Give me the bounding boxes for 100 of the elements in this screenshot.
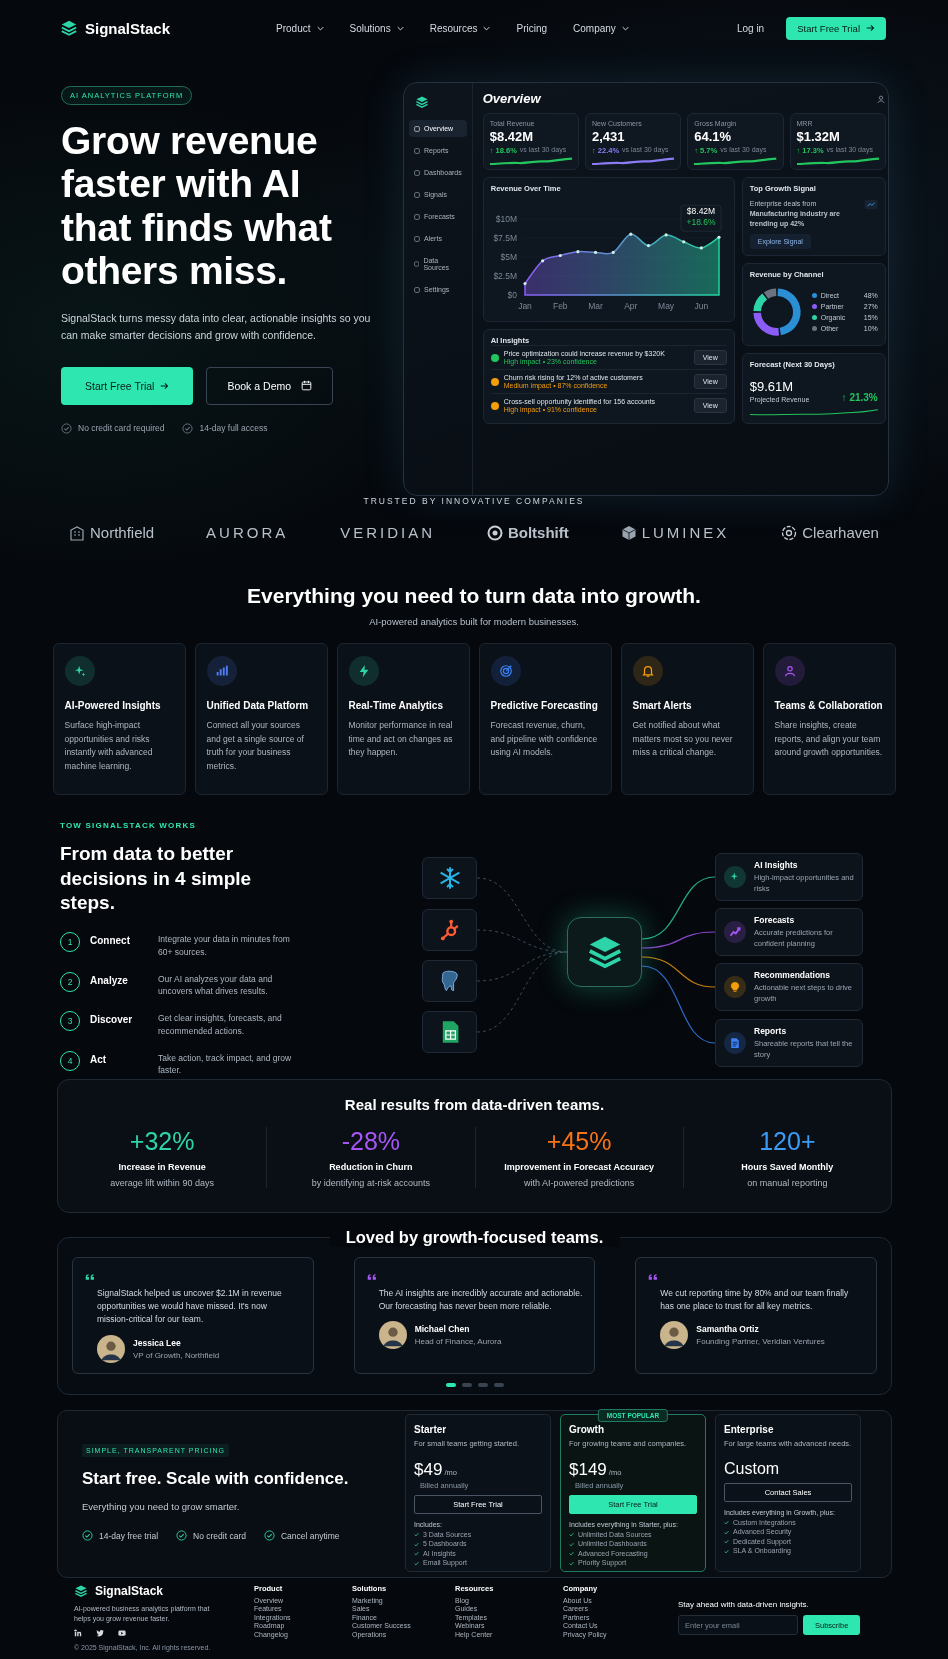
flower-icon <box>781 524 798 541</box>
chevron-down-icon <box>316 25 324 31</box>
assurance-text: 14-day full access <box>199 423 268 434</box>
start-trial-button[interactable]: Start Free Trial <box>61 366 194 405</box>
data-point <box>558 253 562 258</box>
logo-icon <box>60 19 78 37</box>
output-title: Recommendations <box>754 970 832 981</box>
x-tick-label: Jan <box>517 301 532 311</box>
kpi-value: $1.32M <box>796 129 841 144</box>
author-name: Jessica Lee <box>133 1337 182 1348</box>
data-point <box>593 250 597 255</box>
logo-icon <box>415 95 429 109</box>
forecast-change: ↑ 21.3% <box>841 392 878 404</box>
login-link[interactable]: Log in <box>736 22 765 34</box>
y-tick-label: $5M <box>500 251 517 262</box>
company-logo: AURORA <box>206 524 289 541</box>
plan-name: Growth <box>569 1424 605 1435</box>
feature-title: Real-Time Analytics <box>348 700 444 711</box>
menu-item-icon <box>414 147 420 154</box>
plan-price: $149 <box>569 1460 607 1480</box>
data-point <box>699 246 703 250</box>
nav-link[interactable]: Product <box>276 22 324 34</box>
testimonial-quote: The AI insights are incredibly accurate and actionable. Our forecasting has never been more reliable. <box>378 1287 583 1314</box>
start-trial-button[interactable]: Start Free Trial <box>786 16 886 40</box>
perk-text: Cancel anytime <box>281 1530 340 1541</box>
check-circle-icon <box>61 422 72 434</box>
user-icon[interactable] <box>875 93 886 104</box>
data-point <box>717 235 721 239</box>
linkedin-icon[interactable] <box>74 1629 82 1638</box>
plan-name: Enterprise <box>724 1424 775 1435</box>
feature-description: Get notified about what matters most so you never miss a critical change. <box>632 719 734 760</box>
data-point <box>628 232 633 236</box>
book-demo-button[interactable]: Book a Demo <box>206 366 334 405</box>
author-role: Founding Partner, Veridian Ventures <box>696 1337 825 1347</box>
testimonial-quote: We cut reporting time by 80% and our team finally has one place to trust for all key metrics. <box>660 1287 850 1314</box>
bell-icon <box>640 664 655 678</box>
stat-value: -28% <box>340 1127 402 1156</box>
x-tick-label: Mar <box>588 301 603 311</box>
x-tick-label: Jun <box>694 301 708 311</box>
data-point <box>646 244 650 248</box>
nav-link[interactable]: Pricing <box>516 22 548 34</box>
step-description: Our AI analyzes your data and uncovers what drives results. <box>158 972 274 999</box>
feature-description: Connect all your sources and get a single source of truth for your business metrics. <box>206 719 305 773</box>
data-point <box>523 282 527 286</box>
stat-label: Increase in Revenue <box>117 1162 207 1172</box>
x-tick-label: Apr <box>623 301 638 311</box>
feature-title: Teams & Collaboration <box>774 700 884 711</box>
company-logo: LUMINEX <box>641 524 730 541</box>
author-role: VP of Growth, Northfield <box>133 1350 220 1360</box>
section-title: Real results from data-driven teams. <box>343 1096 606 1113</box>
nav-link[interactable]: Resources <box>429 22 491 34</box>
check-circle-icon <box>264 1530 275 1541</box>
kpi-value: 64.1% <box>694 129 733 144</box>
hero-description: SignalStack turns messy data into clear, actionable insights so you can make smarter decisions and grow with confidence. <box>61 311 371 344</box>
check-circle-icon <box>182 422 194 434</box>
menu-item-icon <box>414 261 420 267</box>
data-point <box>576 250 580 254</box>
check-circle-icon <box>82 1530 93 1541</box>
data-point <box>611 250 615 255</box>
annotation: +18.6% <box>686 217 716 228</box>
kpi-value: $8.42M <box>489 129 535 144</box>
menu-item-icon <box>414 169 420 176</box>
plan-price: $49 <box>414 1460 443 1480</box>
data-point <box>681 240 686 244</box>
section-title: Everything you need to turn data into growth. <box>247 584 701 608</box>
step-title: Connect <box>90 934 131 947</box>
trusted-label: TRUSTED BY INNOVATIVE COMPANIES <box>363 496 585 506</box>
value-tooltip: $8.42M +18.6% <box>680 204 722 232</box>
newsletter-title: Stay ahead with data-driven insights. <box>678 1600 810 1609</box>
company-logo: Boltshift <box>507 524 569 541</box>
brand-name[interactable]: SignalStack <box>85 19 171 37</box>
stat-note: with AI-powered predictions <box>523 1178 636 1188</box>
bar-chart-icon <box>214 664 229 678</box>
target-icon <box>498 664 513 678</box>
stat-label: Improvement in Forecast Accuracy <box>503 1162 655 1172</box>
testimonial-quote: SignalStack helped us uncover $2.1M in revenue opportunities we would have missed. It's now mission-critical for our team. <box>97 1287 283 1327</box>
data-point <box>540 259 544 263</box>
output-title: AI Insights <box>754 860 799 871</box>
arrow-right-icon <box>866 24 875 32</box>
avatar-placeholder <box>378 1321 407 1350</box>
hero-headline: Grow revenue faster with AI that finds what others miss. <box>61 119 333 293</box>
output-title: Forecasts <box>754 915 796 926</box>
dashboard-title: Overview <box>482 91 541 106</box>
company-logo: Northfield <box>90 524 155 541</box>
twitter-icon[interactable] <box>96 1629 104 1638</box>
circle-logo-icon <box>486 524 503 541</box>
avatar-placeholder <box>660 1321 689 1350</box>
author-role: Head of Finance, Aurora <box>414 1337 502 1347</box>
menu-item-icon <box>414 286 420 293</box>
nav-link[interactable]: Solutions <box>349 22 404 34</box>
forecast-value: $9.61M <box>749 379 795 395</box>
step-title: Act <box>90 1052 108 1065</box>
youtube-icon[interactable] <box>118 1629 126 1638</box>
perk-text: 14-day free trial <box>99 1530 159 1541</box>
feature-title: Predictive Forecasting <box>490 700 599 711</box>
stat-value: +45% <box>545 1127 613 1156</box>
nav-link[interactable]: Company <box>573 22 629 34</box>
people-icon <box>782 664 797 678</box>
chevron-down-icon <box>483 25 491 31</box>
step-title: Discover <box>90 1013 134 1026</box>
